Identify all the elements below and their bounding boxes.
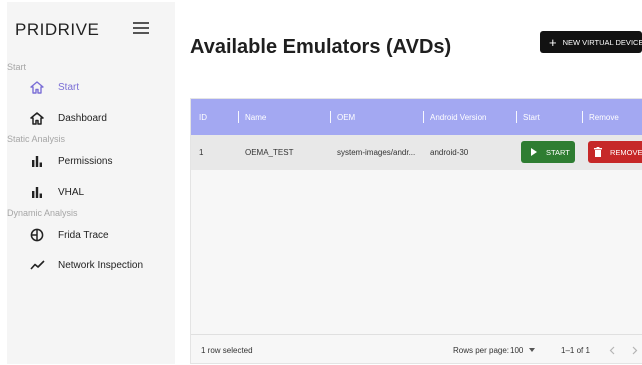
start-button-label: START [546,147,570,157]
column-header-remove[interactable]: Remove [589,99,619,135]
chevron-right-icon [632,346,638,354]
cell-android-version: android-30 [430,148,469,157]
sidebar: PRIDRIVE Start Start Dashboard Static An… [7,2,175,364]
next-page-button[interactable] [629,344,641,356]
caret-down-icon [529,348,536,352]
cell-name: OEMA_TEST [245,148,294,157]
bar-chart-icon [27,184,47,200]
table-header: ID Name OEM Android Version Start Remove [191,99,642,135]
column-header-name[interactable]: Name [245,99,266,135]
bar-chart-icon [27,153,47,169]
rows-per-page-label: Rows per page: [453,345,510,355]
app-brand: PRIDRIVE [15,20,100,39]
pagination-range: 1–1 of 1 [561,345,590,355]
new-virtual-device-label: NEW VIRTUAL DEVICE [562,37,642,47]
column-separator[interactable] [423,111,424,123]
plus-icon: + [549,34,557,50]
sidebar-item-network-inspection[interactable]: Network Inspection [27,254,167,276]
trend-line-icon [27,257,47,273]
section-label-start: Start [7,62,27,72]
menu-toggle-button[interactable] [133,22,149,36]
remove-button[interactable]: REMOVE [588,141,642,163]
selected-count: 1 row selected [201,345,253,355]
home-outline-icon [27,79,47,95]
sidebar-item-label: Start [58,81,80,93]
sidebar-item-frida-trace[interactable]: Frida Trace [27,224,167,246]
table-footer: 1 row selected Rows per page: 100 1–1 of… [191,334,642,364]
sidebar-item-vhal[interactable]: VHAL [27,181,167,203]
column-separator[interactable] [516,111,517,123]
column-header-id[interactable]: ID [199,99,207,135]
column-header-start[interactable]: Start [523,99,540,135]
remove-button-label: REMOVE [610,147,642,157]
column-separator[interactable] [582,111,583,123]
rows-per-page-select[interactable]: 100 [510,335,536,365]
hamburger-icon [133,22,149,24]
sidebar-item-label: Frida Trace [58,229,109,241]
sidebar-item-label: VHAL [58,186,85,198]
table-row[interactable]: 1 OEMA_TEST system-images/andr... androi… [191,135,642,170]
sidebar-item-start[interactable]: Start [27,76,167,98]
column-separator[interactable] [330,111,331,123]
trash-icon [594,147,602,157]
sidebar-item-dashboard[interactable]: Dashboard [27,107,167,129]
previous-page-button[interactable] [606,344,618,356]
new-virtual-device-button[interactable]: + NEW VIRTUAL DEVICE [540,31,642,53]
cell-id: 1 [199,148,204,157]
cell-oem: system-images/andr... [337,148,416,157]
start-button[interactable]: START [521,141,575,163]
column-header-android-version[interactable]: Android Version [430,99,486,135]
sidebar-item-label: Network Inspection [58,259,144,271]
rows-per-page-value: 100 [510,345,524,355]
section-label-static-analysis: Static Analysis [7,134,66,144]
sidebar-item-label: Permissions [58,155,113,167]
pie-chart-icon [27,227,47,243]
home-icon [27,110,47,126]
column-header-oem[interactable]: OEM [337,99,355,135]
avd-table: ID Name OEM Android Version Start Remove… [190,98,642,364]
page-title: Available Emulators (AVDs) [190,36,452,58]
play-icon [531,148,537,156]
sidebar-item-permissions[interactable]: Permissions [27,150,167,172]
column-separator[interactable] [238,111,239,123]
section-label-dynamic-analysis: Dynamic Analysis [7,208,78,218]
chevron-left-icon [609,346,615,354]
sidebar-item-label: Dashboard [58,112,107,124]
